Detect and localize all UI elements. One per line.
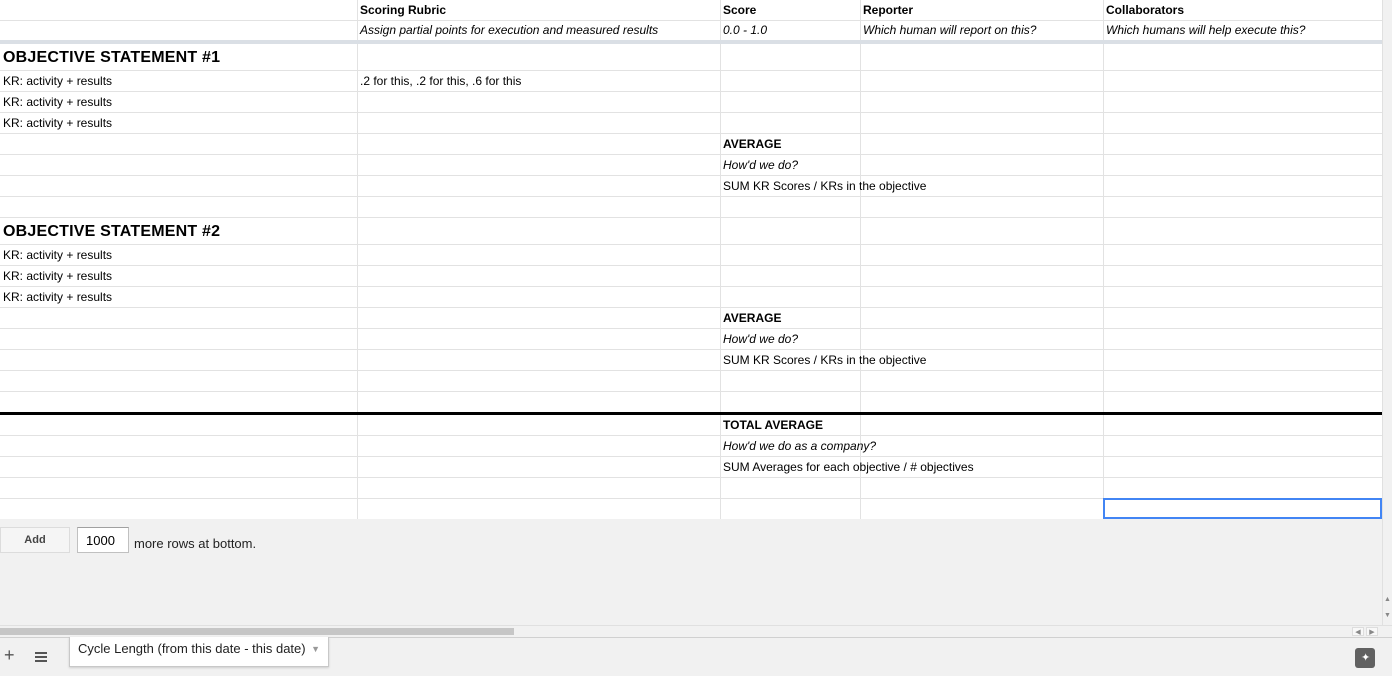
objective-row: OBJECTIVE STATEMENT #1 — [0, 44, 1382, 71]
kr-rubric[interactable] — [357, 113, 720, 133]
selected-cell[interactable] — [1103, 498, 1382, 519]
spreadsheet-grid[interactable]: Scoring Rubric Score Reporter Collaborat… — [0, 0, 1382, 519]
kr-label[interactable]: KR: activity + results — [0, 71, 357, 91]
sheet-tab[interactable]: Cycle Length (from this date - this date… — [69, 637, 329, 667]
table-row: KR: activity + results — [0, 266, 1382, 287]
header-collaborators[interactable]: Collaborators — [1103, 0, 1382, 20]
horizontal-scroll-thumb[interactable] — [0, 628, 514, 635]
average-label[interactable]: AVERAGE — [720, 134, 860, 154]
average-question[interactable]: How'd we do? — [720, 155, 860, 175]
menu-icon[interactable] — [35, 652, 47, 664]
kr-rubric[interactable]: .2 for this, .2 for this, .6 for this — [357, 71, 720, 91]
more-rows-label: more rows at bottom. — [134, 536, 257, 551]
header-cell[interactable] — [0, 0, 357, 20]
table-row — [0, 197, 1382, 218]
header-subtitle-row: Assign partial points for execution and … — [0, 20, 1382, 41]
header-scoring-rubric[interactable]: Scoring Rubric — [357, 0, 720, 20]
column-divider — [1103, 0, 1104, 519]
table-row: SUM KR Scores / KRs in the objective — [0, 176, 1382, 197]
kr-rubric[interactable] — [357, 266, 720, 286]
header-reporter[interactable]: Reporter — [860, 0, 1103, 20]
average-question[interactable]: How'd we do? — [720, 329, 860, 349]
table-row: TOTAL AVERAGE — [0, 415, 1382, 436]
total-formula[interactable]: SUM Averages for each objective / # obje… — [720, 457, 974, 477]
plus-icon[interactable]: + — [4, 646, 15, 664]
subtitle-scoring-rubric[interactable]: Assign partial points for execution and … — [357, 20, 720, 40]
explore-icon[interactable]: ✦ — [1355, 648, 1375, 668]
kr-rubric[interactable] — [357, 245, 720, 265]
average-formula[interactable]: SUM KR Scores / KRs in the objective — [720, 350, 926, 370]
subtitle-collaborators[interactable]: Which humans will help execute this? — [1103, 20, 1382, 40]
add-rows-button[interactable]: Add — [0, 527, 70, 553]
table-row: KR: activity + results — [0, 245, 1382, 266]
vertical-scrollbar[interactable]: ▲ ▼ — [1382, 0, 1392, 625]
scroll-up-icon[interactable]: ▲ — [1384, 596, 1391, 604]
table-row — [0, 392, 1382, 413]
rows-count-input[interactable] — [77, 527, 129, 553]
chevron-down-icon[interactable]: ▼ — [311, 637, 320, 661]
add-rows-area: Add more rows at bottom. — [0, 519, 1382, 625]
kr-label[interactable]: KR: activity + results — [0, 245, 357, 265]
table-row: KR: activity + results .2 for this, .2 f… — [0, 71, 1382, 92]
kr-label[interactable]: KR: activity + results — [0, 287, 357, 307]
subtitle-cell[interactable] — [0, 20, 357, 40]
objective-title[interactable]: OBJECTIVE STATEMENT #1 — [0, 44, 357, 70]
kr-label[interactable]: KR: activity + results — [0, 92, 357, 112]
subtitle-reporter[interactable]: Which human will report on this? — [860, 20, 1103, 40]
table-row: How'd we do? — [0, 329, 1382, 350]
kr-rubric[interactable] — [357, 287, 720, 307]
scroll-right-icon[interactable]: ▶ — [1366, 627, 1378, 636]
scroll-down-icon[interactable]: ▼ — [1384, 612, 1391, 620]
average-label[interactable]: AVERAGE — [720, 308, 860, 328]
horizontal-scrollbar[interactable]: ◀ ▶ — [0, 625, 1392, 637]
sheet-bar: + Cycle Length (from this date - this da… — [0, 637, 1392, 676]
table-row — [0, 478, 1382, 499]
table-row: KR: activity + results — [0, 92, 1382, 113]
kr-label[interactable]: KR: activity + results — [0, 113, 357, 133]
table-row — [0, 371, 1382, 392]
objective-title[interactable]: OBJECTIVE STATEMENT #2 — [0, 218, 357, 244]
header-row: Scoring Rubric Score Reporter Collaborat… — [0, 0, 1382, 21]
column-divider — [357, 0, 358, 519]
table-row: KR: activity + results — [0, 287, 1382, 308]
total-question[interactable]: How'd we do as a company? — [720, 436, 876, 456]
table-row: AVERAGE — [0, 134, 1382, 155]
subtitle-score[interactable]: 0.0 - 1.0 — [720, 20, 860, 40]
scroll-left-icon[interactable]: ◀ — [1352, 627, 1364, 636]
table-row: KR: activity + results — [0, 113, 1382, 134]
table-row: SUM KR Scores / KRs in the objective — [0, 350, 1382, 371]
header-score[interactable]: Score — [720, 0, 860, 20]
frozen-rows-divider[interactable] — [0, 40, 1382, 44]
thick-divider — [0, 412, 1382, 415]
table-row: How'd we do? — [0, 155, 1382, 176]
table-row: SUM Averages for each objective / # obje… — [0, 457, 1382, 478]
table-row: How'd we do as a company? — [0, 436, 1382, 457]
kr-label[interactable]: KR: activity + results — [0, 266, 357, 286]
table-row: AVERAGE — [0, 308, 1382, 329]
kr-rubric[interactable] — [357, 92, 720, 112]
sheet-tab-label: Cycle Length (from this date - this date… — [78, 641, 306, 656]
total-average-label[interactable]: TOTAL AVERAGE — [720, 415, 860, 435]
average-formula[interactable]: SUM KR Scores / KRs in the objective — [720, 176, 926, 196]
objective-row: OBJECTIVE STATEMENT #2 — [0, 218, 1382, 245]
